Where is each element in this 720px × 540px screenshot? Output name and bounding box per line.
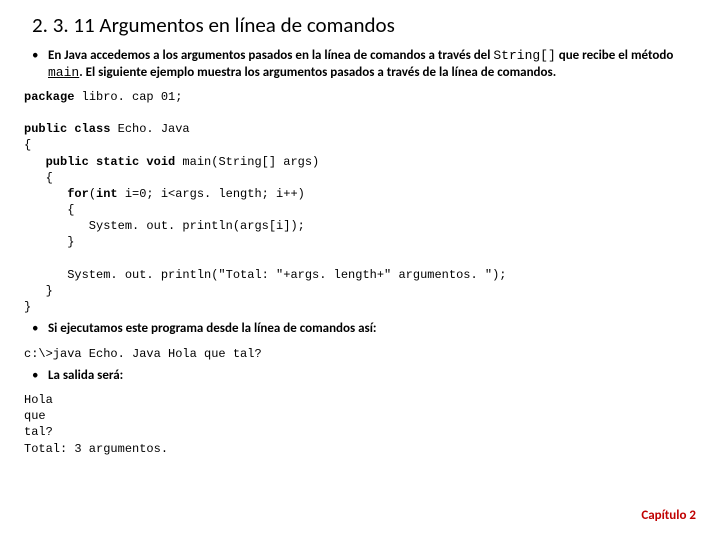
section-title: 2. 3. 11 Argumentos en línea de comandos: [32, 12, 696, 38]
text: En Java accedemos a los argumentos pasad…: [48, 48, 493, 63]
code-inline: String[]: [493, 48, 555, 63]
bullet-dot: •: [32, 48, 48, 81]
output-block: Hola que tal? Total: 3 argumentos.: [24, 392, 696, 457]
bullet-1-text: En Java accedemos a los argumentos pasad…: [48, 48, 696, 81]
chapter-footer: Capítulo 2: [641, 508, 696, 524]
bullet-3-text: La salida será:: [48, 368, 696, 384]
bullet-2-text: Si ejecutamos este programa desde la lín…: [48, 321, 696, 337]
bullet-3: • La salida será:: [32, 368, 696, 384]
bullet-1: • En Java accedemos a los argumentos pas…: [32, 48, 696, 81]
text: . El siguiente ejemplo muestra los argum…: [79, 65, 556, 80]
bullet-dot: •: [32, 368, 48, 384]
text: que recibe el método: [556, 48, 674, 63]
code-inline: main: [48, 65, 79, 80]
bullet-2: • Si ejecutamos este programa desde la l…: [32, 321, 696, 337]
bullet-dot: •: [32, 321, 48, 337]
code-block: package libro. cap 01; public class Echo…: [24, 89, 696, 316]
command-line: c:\>java Echo. Java Hola que tal?: [24, 346, 696, 362]
